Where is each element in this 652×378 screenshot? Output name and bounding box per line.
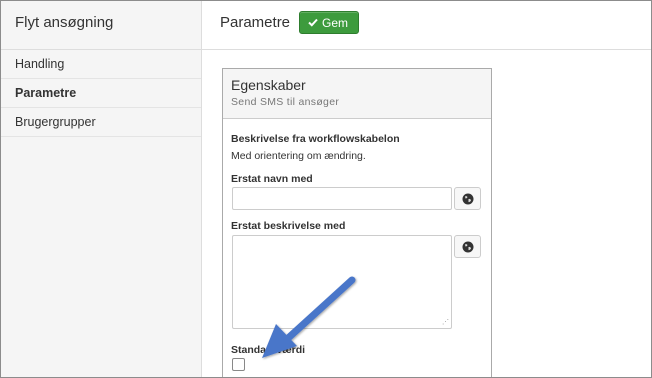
save-button-label: Gem [322, 16, 349, 30]
replace-name-globe-button[interactable] [454, 187, 481, 210]
panel-subtitle: Send SMS til ansøger [231, 96, 340, 108]
replace-desc-label: Erstat beskrivelse med [231, 220, 346, 232]
description-heading: Beskrivelse fra workflowskabelon [231, 133, 400, 145]
resize-handle-icon[interactable]: ⋰ [442, 319, 449, 326]
default-value-checkbox[interactable] [232, 358, 245, 371]
step-title: Flyt ansøgning [15, 14, 114, 31]
sidebar-item-parametre[interactable]: Parametre [1, 79, 201, 108]
panel-title: Egenskaber [231, 77, 306, 93]
save-button[interactable]: Gem [299, 11, 360, 34]
sidebar: Handling Parametre Brugergrupper [1, 50, 202, 377]
replace-name-input[interactable] [232, 187, 452, 210]
content-header: Parametre Gem [202, 1, 651, 50]
panel-header: Egenskaber Send SMS til ansøger [223, 69, 491, 119]
left-header: Flyt ansøgning [1, 1, 202, 50]
check-icon [308, 12, 318, 34]
replace-name-label: Erstat navn med [231, 173, 313, 185]
globe-icon [462, 193, 474, 205]
replace-desc-globe-button[interactable] [454, 235, 481, 258]
app-window: Flyt ansøgning Handling Parametre Bruger… [0, 0, 652, 378]
page-title: Parametre [220, 14, 291, 31]
properties-panel: Egenskaber Send SMS til ansøger Beskrive… [222, 68, 492, 377]
sidebar-item-brugergrupper[interactable]: Brugergrupper [1, 108, 201, 137]
description-text: Med orientering om ændring. [231, 150, 366, 162]
default-value-label: Standardværdi [231, 344, 306, 356]
replace-desc-textarea[interactable]: ⋰ [232, 235, 452, 329]
globe-icon [462, 241, 474, 253]
sidebar-item-handling[interactable]: Handling [1, 50, 201, 79]
